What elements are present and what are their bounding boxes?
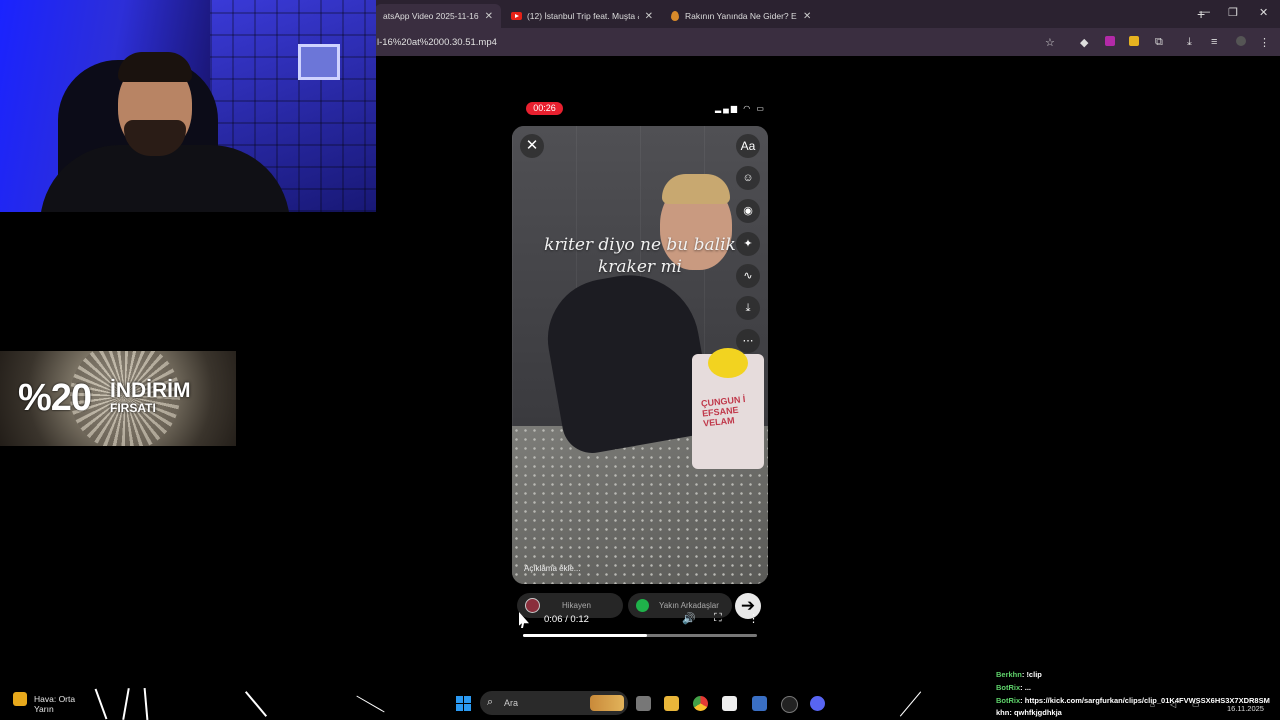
windows-start-icon[interactable] [456,696,471,711]
chrome-icon[interactable] [693,696,708,711]
effects-icon[interactable]: ✦ [736,232,760,256]
chat-user: BotRix [996,695,1021,705]
tab-title: Rakının Yanında Ne Gider? En İyi ... [685,11,797,21]
recording-timer: 00:26 [526,102,563,115]
search-icon: ⌕ [487,696,494,708]
star-icon [636,599,649,612]
caption-line: kraker mi [597,257,682,277]
status-bar-icons: ▂▄▆ ◠ ▭ [715,104,766,113]
chips [708,348,748,378]
decoration-line [356,695,385,713]
tab-title: atsApp Video 2025-11-16 at 00.30.51.mp4 [383,11,479,21]
app-icon[interactable] [752,696,767,711]
close-icon[interactable]: ✕ [520,134,544,158]
decoration-line [899,691,922,717]
download-icon[interactable]: ⤓ [1187,36,1192,49]
menu-icon[interactable]: ⋮ [1259,36,1270,49]
chat-user: khn [996,708,1010,718]
close-friends-label: Yakın Arkadaşlar [659,601,719,610]
restore-button[interactable]: ❐ [1228,6,1238,19]
speaker-icon[interactable]: ◁ [1170,700,1176,709]
weather-line: Hava: Orta [34,694,76,704]
close-icon[interactable]: ✕ [485,11,493,22]
taskbar-date: 16.11.2025 [1227,704,1264,713]
caption-line: kriter diyo ne bu balik [544,235,736,255]
extension-icon[interactable] [1105,36,1115,46]
star-icon[interactable]: ☆ [1045,36,1055,49]
promo-subtitle: FIRSATI [110,401,156,415]
close-icon[interactable]: ✕ [803,11,811,22]
person-hair [662,174,730,204]
description-field[interactable]: Açıklama ekle... [524,564,580,573]
promo-title: İNDİRİM [110,379,191,402]
steam-icon[interactable] [781,696,798,713]
avatar [525,598,540,613]
discord-icon[interactable] [810,696,825,711]
decoration-line [244,691,268,717]
tab-whatsapp-video[interactable]: atsApp Video 2025-11-16 at 00.30.51.mp4 … [375,4,501,28]
drop-icon [671,11,679,21]
window-close-button[interactable]: ✕ [1259,6,1268,19]
search-highlight-art [590,695,624,711]
draw-icon[interactable]: ∿ [736,264,760,288]
app-icon[interactable] [722,696,737,711]
chat-message: BotRix: ... [996,682,1032,692]
search-label: Ara [504,698,519,708]
promo-banner: %20 İNDİRİM FIRSATI [0,351,236,446]
webcam-overlay [0,0,376,212]
playlist-icon[interactable]: ≡ [1211,36,1217,48]
profile-avatar[interactable] [1236,36,1246,46]
chat-text: ... [1024,682,1032,692]
chat-message: Berkhn: !clip [996,670,1042,679]
tab-title: (12) İstanbul Trip feat. Muşta & ... [526,11,639,21]
tab-istanbul-trip[interactable]: (12) İstanbul Trip feat. Muşta & ... ✕ [503,4,661,28]
decoration-line [122,688,130,720]
more-icon[interactable]: ⋯ [736,329,760,353]
weather-widget[interactable]: Hava: Orta Yarın [34,694,75,714]
minimize-button[interactable]: — [1199,6,1210,18]
download-icon[interactable]: ⤓ [736,296,760,320]
more-icon[interactable]: ⋮ [748,612,759,625]
share-story-label: Hikayen [562,601,591,610]
puzzle-icon[interactable]: ⧉ [1155,36,1163,49]
video-progress-fill [523,634,648,637]
wall-frame [298,44,340,80]
task-view-icon[interactable] [636,696,651,711]
story-caption[interactable]: kriter diyo ne bu balik kraker mi [512,234,768,278]
avatar-icon[interactable]: ◉ [736,199,760,223]
story-editor: ÇUNGUN İ EFSANE VELAM kriter diyo ne bu … [512,126,768,584]
extension-diamond-icon[interactable]: ◆ [1080,36,1088,49]
battery-icon[interactable]: ▭ [1192,700,1200,709]
chat-text: qwhfkjgdhkja [1013,708,1062,718]
file-explorer-icon[interactable] [664,696,679,711]
close-icon[interactable]: ✕ [645,11,653,22]
browser-tab-bar: atsApp Video 2025-11-16 at 00.30.51.mp4 … [375,0,1280,28]
address-bar[interactable]: l-16%20at%2000.30.51.mp4 ☆ ◆ ⧉ ⤓ ≡ ⋮ [375,28,1280,56]
streamer-hair [118,52,192,82]
volume-icon[interactable]: 🔊 [682,612,696,625]
extension-icon[interactable] [1129,36,1139,46]
promo-percent: %20 [18,377,92,419]
video-time: 0:06 / 0:12 [544,614,589,625]
decoration-line [94,688,108,720]
text-tool-icon[interactable]: Aa [736,134,760,158]
url-text[interactable]: l-16%20at%2000.30.51.mp4 [377,37,497,48]
weather-icon[interactable] [13,692,27,706]
youtube-icon [511,12,522,20]
chat-user: BotRix [996,682,1021,692]
fullscreen-icon[interactable]: ⛶ [714,612,722,625]
weather-line: Yarın [34,704,54,714]
decoration-line [143,687,149,720]
sticker-icon[interactable]: ☺ [736,166,760,190]
video-progress-bar[interactable] [523,634,757,637]
chat-text: !clip [1026,670,1042,679]
tab-raki[interactable]: Rakının Yanında Ne Gider? En İyi ... ✕ [663,4,821,28]
network-icon[interactable]: ⌂ [1150,700,1155,709]
bag-text: ÇUNGUN İ EFSANE VELAM [700,394,746,429]
taskbar-search[interactable]: ⌕ Ara [480,691,628,715]
chat-user: Berkhn [996,670,1022,679]
